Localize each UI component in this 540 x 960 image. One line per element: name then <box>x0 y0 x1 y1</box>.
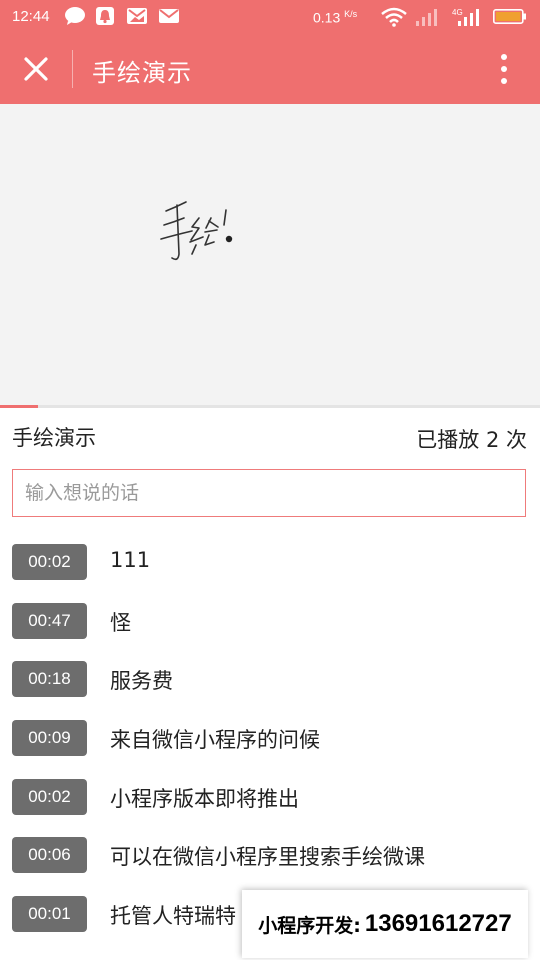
play-count: 已播放 2 次 <box>416 428 527 452</box>
comment-row[interactable]: 00:09 来自微信小程序的问候 <box>0 720 540 779</box>
network-speed: 0.13 K/s <box>313 9 358 26</box>
signal-4g-icon: 4G <box>452 8 479 26</box>
comment-text: 托管人特瑞特 <box>110 904 236 929</box>
comment-text: 可以在微信小程序里搜索手绘微课 <box>110 845 425 870</box>
comment-timestamp[interactable]: 00:02 <box>12 778 87 815</box>
comment-timestamp[interactable]: 00:02 <box>12 544 87 580</box>
comment-timestamp[interactable]: 00:47 <box>12 602 87 639</box>
comment-text: 来自微信小程序的问候 <box>110 728 320 753</box>
playback-progress[interactable] <box>0 405 540 408</box>
app-bar-divider <box>72 50 73 88</box>
comment-row[interactable]: 00:02 111 <box>0 544 540 603</box>
network-type-label: 4G <box>452 8 463 17</box>
promo-label: 小程序开发: <box>258 914 361 937</box>
playback-progress-fill <box>0 405 38 408</box>
comment-row[interactable]: 00:06 可以在微信小程序里搜索手绘微课 <box>0 837 540 896</box>
comment-timestamp[interactable]: 00:18 <box>12 661 87 698</box>
lesson-title: 手绘演示 <box>12 426 96 450</box>
comment-text: 111 <box>110 548 151 572</box>
handwriting-drawing <box>160 201 233 261</box>
battery-level <box>496 12 521 21</box>
comment-row[interactable]: 00:18 服务费 <box>0 661 540 720</box>
comment-text: 服务费 <box>110 669 173 694</box>
signal-empty-icon <box>416 9 437 26</box>
chat-bubble-icon <box>65 7 85 25</box>
promo-banner: 小程序开发: 13691612727 <box>242 890 528 958</box>
drawing-canvas[interactable] <box>0 104 540 405</box>
comment-timestamp[interactable]: 00:01 <box>12 896 87 933</box>
page-title: 手绘演示 <box>92 59 192 87</box>
status-time: 12:44 <box>12 8 50 25</box>
mail-icon <box>159 9 179 23</box>
wifi-icon <box>381 7 407 27</box>
comment-row[interactable]: 00:02 小程序版本即将推出 <box>0 778 540 838</box>
app-bar: 手绘演示 <box>0 34 540 104</box>
comment-text: 怪 <box>110 610 131 635</box>
comment-row[interactable]: 00:47 怪 <box>0 602 540 662</box>
comment-timestamp[interactable]: 00:06 <box>12 837 87 874</box>
comment-input[interactable] <box>12 469 526 517</box>
close-icon[interactable] <box>18 51 54 87</box>
comment-text: 小程序版本即将推出 <box>110 786 299 811</box>
status-bar: 12:44 0.13 K/s 4G <box>0 0 540 34</box>
more-vertical-icon[interactable] <box>494 52 514 86</box>
battery-icon <box>493 9 526 24</box>
promo-phone: 13691612727 <box>364 910 512 937</box>
comment-timestamp[interactable]: 00:09 <box>12 720 87 757</box>
image-mail-icon <box>127 8 147 24</box>
bell-icon <box>96 7 114 25</box>
